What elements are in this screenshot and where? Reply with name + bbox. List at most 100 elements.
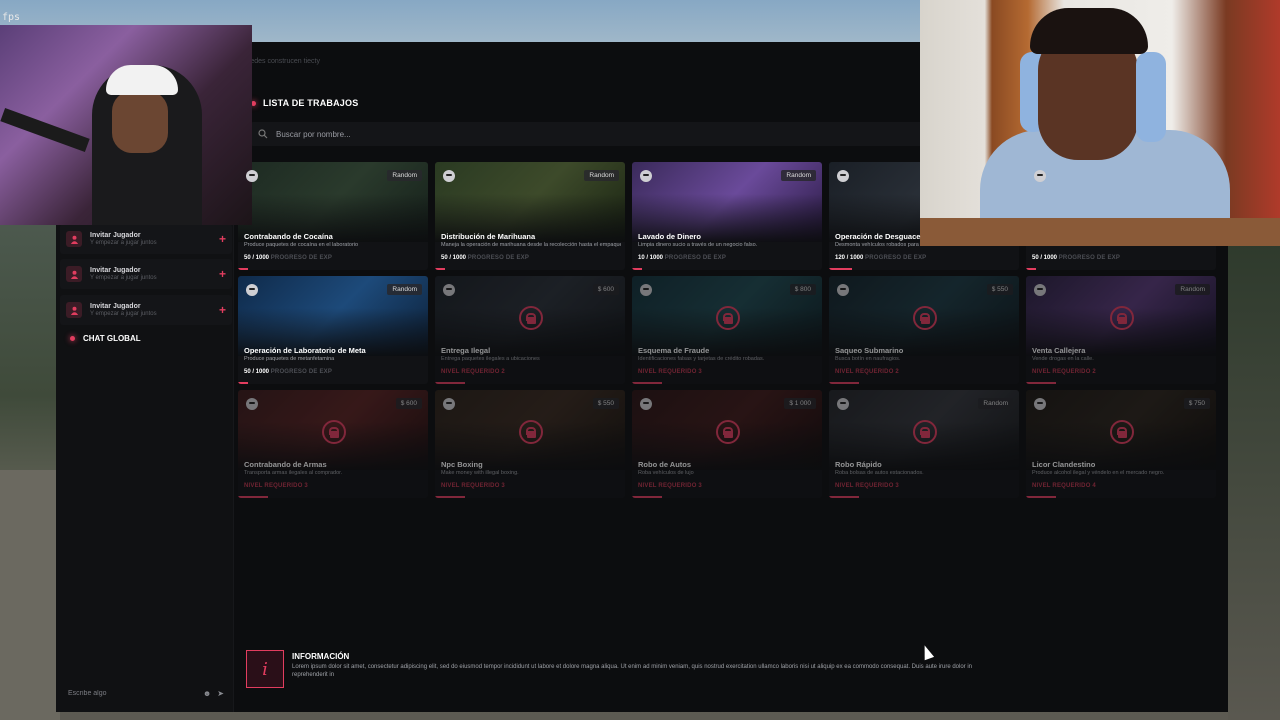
chat-input[interactable] — [68, 689, 203, 697]
lock-icon — [716, 420, 740, 444]
job-reward-tag: Random — [387, 284, 422, 295]
job-progress: 50 / 1000 PROGRESO DE EXP — [441, 255, 529, 261]
job-progress-value: 50 / 1000 — [244, 255, 271, 261]
lock-icon — [1110, 306, 1134, 330]
fps-counter: fps — [2, 12, 21, 23]
skull-icon — [640, 284, 652, 296]
job-progress: 50 / 1000 PROGRESO DE EXP — [244, 369, 332, 375]
job-progress-bar — [238, 382, 248, 384]
job-level-requirement: NIVEL REQUERIDO 4 — [1032, 483, 1096, 489]
job-progress-bar — [1026, 268, 1036, 270]
job-card[interactable]: Random Venta Callejera Vende drogas en la … — [1026, 276, 1216, 384]
job-description: Entrega paquetes ilegales a ubicaciones — [441, 356, 540, 362]
job-card[interactable]: $ 1 000 Robo de Autos Roba vehículos de lu… — [632, 390, 822, 498]
info-icon: i — [246, 650, 284, 688]
search-icon — [258, 129, 268, 139]
lock-icon — [322, 420, 346, 444]
job-progress-bar — [829, 268, 852, 270]
job-progress-label: PROGRESO DE EXP — [467, 255, 530, 261]
job-description: Busca botín en naufragios. — [835, 356, 901, 362]
job-title: Robo de Autos — [638, 460, 692, 469]
job-description: Identificaciones falsas y tarjetas de cr… — [638, 356, 765, 362]
plus-icon[interactable]: + — [219, 267, 226, 281]
invite-player-row[interactable]: Invitar Jugador Y empezar a jugar juntos … — [60, 224, 232, 254]
job-progress-bar — [829, 496, 859, 498]
job-card[interactable]: $ 600 Contrabando de Armas Transporta arma… — [238, 390, 428, 498]
job-reward-tag: Random — [1175, 284, 1210, 295]
user-icon — [66, 302, 82, 318]
job-progress-label: PROGRESO DE EXP — [270, 255, 333, 261]
invite-player-row[interactable]: Invitar Jugador Y empezar a jugar juntos … — [60, 259, 232, 289]
skull-icon — [640, 170, 652, 182]
job-description: Produce alcohol ilegal y véndelo en el m… — [1032, 470, 1165, 476]
job-progress-bar — [435, 382, 465, 384]
job-title: Robo Rápido — [835, 460, 882, 469]
job-description: Roba vehículos de lujo — [638, 470, 694, 476]
invite-subtitle: Y empezar a jugar juntos — [90, 239, 157, 246]
emoji-icon[interactable]: ☻ — [203, 689, 211, 698]
chat-input-row: ☻➤ — [60, 682, 232, 704]
job-level-requirement: NIVEL REQUERIDO 2 — [441, 369, 505, 375]
game-background-right — [1228, 240, 1280, 720]
job-card[interactable]: $ 600 Entrega Ilegal Entrega paquetes ileg… — [435, 276, 625, 384]
job-progress-label: PROGRESO DE EXP — [865, 255, 927, 261]
page-title: LISTA DE TRABAJOS — [251, 98, 358, 108]
invite-subtitle: Y empezar a jugar juntos — [90, 274, 157, 281]
job-progress: 10 / 1000 PROGRESO DE EXP — [638, 255, 726, 261]
job-reward-tag: Random — [584, 170, 619, 181]
job-progress-label: PROGRESO DE EXP — [664, 255, 727, 261]
job-progress-bar — [435, 268, 445, 270]
job-reward-tag: Random — [978, 398, 1013, 409]
chat-global-label: CHAT GLOBAL — [83, 334, 141, 343]
lock-icon — [716, 306, 740, 330]
job-progress-label: PROGRESO DE EXP — [1058, 255, 1121, 261]
job-card[interactable]: Random Lavado de Dinero Limpia dinero suci… — [632, 162, 822, 270]
accent-dot-icon — [70, 336, 75, 341]
skull-icon — [837, 398, 849, 410]
job-card[interactable]: Random Robo Rápido Roba bolsas de autos es… — [829, 390, 1019, 498]
job-title: Contrabando de Armas — [244, 460, 327, 469]
job-card[interactable]: $ 550 Npc Boxing Make money with illegal b… — [435, 390, 625, 498]
job-level-requirement: NIVEL REQUERIDO 3 — [835, 483, 899, 489]
plus-icon[interactable]: + — [219, 232, 226, 246]
skull-icon — [837, 170, 849, 182]
job-description: Make money with illegal boxing. — [441, 470, 519, 476]
job-description: Produce paquetes de cocaína en el labora… — [244, 242, 359, 248]
job-card[interactable]: $ 800 Esquema de Fraude Identificaciones f… — [632, 276, 822, 384]
job-card[interactable]: Random Operación de Laboratorio de Meta Pr… — [238, 276, 428, 384]
job-progress-value: 10 / 1000 — [638, 255, 665, 261]
job-description: Vende drogas en la calle. — [1032, 356, 1094, 362]
job-card[interactable]: $ 750 Licor Clandestino Produce alcohol il… — [1026, 390, 1216, 498]
job-progress-bar — [1026, 382, 1056, 384]
job-card[interactable]: Random Contrabando de Cocaína Produce paqu… — [238, 162, 428, 270]
invite-name: Invitar Jugador — [90, 232, 141, 240]
job-progress-bar — [435, 496, 465, 498]
job-description: Desmonta vehículos robados para — [835, 242, 919, 248]
job-progress-bar — [632, 268, 642, 270]
job-title: Esquema de Fraude — [638, 346, 710, 355]
search-input[interactable] — [276, 129, 676, 139]
user-icon — [66, 231, 82, 247]
skull-icon — [837, 284, 849, 296]
job-title: Npc Boxing — [441, 460, 483, 469]
job-card[interactable]: $ 550 Saqueo Submarino Busca botín en nauf… — [829, 276, 1019, 384]
send-icon[interactable]: ➤ — [217, 689, 224, 698]
plus-icon[interactable]: + — [219, 303, 226, 317]
job-reward-tag: Random — [781, 170, 816, 181]
job-level-requirement: NIVEL REQUERIDO 3 — [638, 483, 702, 489]
job-reward-tag: $ 1 000 — [784, 398, 816, 409]
job-title: Venta Callejera — [1032, 346, 1086, 355]
job-level-requirement: NIVEL REQUERIDO 3 — [244, 483, 308, 489]
job-progress-bar — [1026, 496, 1056, 498]
job-reward-tag: $ 600 — [592, 284, 619, 295]
job-title: Distribución de Marihuana — [441, 232, 536, 241]
job-card[interactable]: Random Distribución de Marihuana Maneja la… — [435, 162, 625, 270]
job-progress-value: 50 / 1000 — [1032, 255, 1059, 261]
job-description: Roba bolsas de autos estacionados. — [835, 470, 924, 476]
invite-player-row[interactable]: Invitar Jugador Y empezar a jugar juntos … — [60, 295, 232, 325]
game-background-road — [0, 470, 60, 720]
lock-icon — [913, 306, 937, 330]
skull-icon — [246, 170, 258, 182]
chat-global-heading[interactable]: CHAT GLOBAL — [70, 334, 141, 343]
job-title: Operación de Desguace — [835, 232, 921, 241]
